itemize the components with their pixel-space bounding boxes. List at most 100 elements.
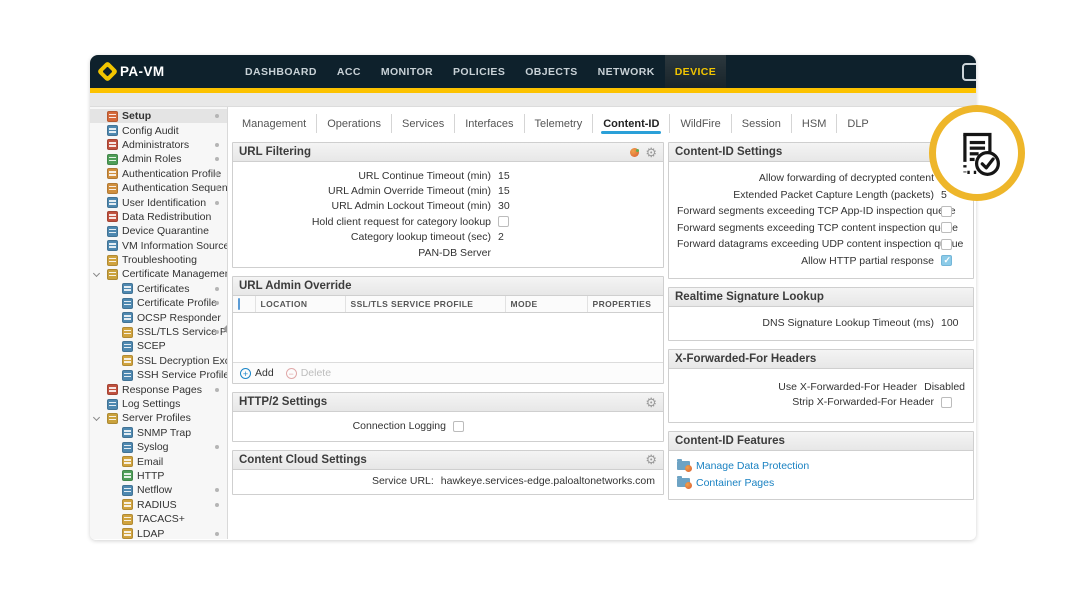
sidebar-collapse-icon[interactable] [223,325,227,333]
sidebar-item-certificate-profile[interactable]: Certificate Profile [90,296,227,310]
tab-dlp[interactable]: DLP [836,114,878,133]
column-header[interactable]: LOCATION [255,296,345,313]
sidebar-item-tacacs[interactable]: TACACS+ [90,512,227,526]
forward-tcp-content-queue-checkbox[interactable] [941,222,952,233]
sidebar-item-netflow[interactable]: Netflow [90,483,227,497]
tab-hsm[interactable]: HSM [791,114,836,133]
gear-icon[interactable]: ⚙ [645,146,657,159]
form-row: URL Admin Lockout Timeout (min)30 [241,199,655,214]
content-cloud-settings-panel: Content Cloud Settings ⚙ Service URL:haw… [232,450,664,495]
add-button[interactable]: +Add [240,367,274,379]
tab-management[interactable]: Management [232,114,316,133]
dot-indicator [215,503,219,507]
minus-circle-icon: − [286,368,297,379]
sidebar-item-log-settings[interactable]: Log Settings [90,397,227,411]
container-pages-link[interactable]: Container Pages [677,474,965,491]
nav-device[interactable]: DEVICE [665,55,727,88]
ssh-service-profile-icon [122,370,133,381]
nav-monitor[interactable]: MONITOR [371,55,443,88]
sidebar-item-snmp-trap[interactable]: SNMP Trap [90,426,227,440]
sidebar-item-syslog[interactable]: Syslog [90,440,227,454]
content-id-settings-panel: Content-ID Settings Allow forwarding of … [668,142,974,279]
x-forwarded-for-headers-panel: X-Forwarded-For Headers Use X-Forwarded-… [668,349,974,423]
partial-commit-button[interactable] [962,63,976,81]
sidebar-item-scep[interactable]: SCEP [90,339,227,353]
tab-wildfire[interactable]: WildFire [669,114,730,133]
chevron-down-icon[interactable] [93,414,100,421]
form-row: URL Continue Timeout (min)15 [241,168,655,183]
form-row: Forward datagrams exceeding UDP content … [677,236,965,253]
sidebar-item-email[interactable]: Email [90,454,227,468]
tab-telemetry[interactable]: Telemetry [524,114,593,133]
delete-button[interactable]: −Delete [286,367,331,379]
dot-indicator [215,157,219,161]
strip-xff-header-checkbox[interactable] [941,397,952,408]
sidebar-item-data-redistribution[interactable]: Data Redistribution [90,210,227,224]
dot-indicator [215,114,219,118]
sidebar-item-radius[interactable]: RADIUS [90,498,227,512]
nav-dashboard[interactable]: DASHBOARD [235,55,327,88]
tab-content-id[interactable]: Content-ID [592,114,669,133]
sidebar-item-http[interactable]: HTTP [90,469,227,483]
scep-icon [122,341,133,352]
nav-objects[interactable]: OBJECTS [515,55,587,88]
sidebar-item-certificate-management[interactable]: Certificate Management [90,267,227,281]
gear-icon[interactable]: ⚙ [645,396,657,409]
nav-policies[interactable]: POLICIES [443,55,515,88]
radius-icon [122,499,133,510]
nav-acc[interactable]: ACC [327,55,371,88]
form-row: Use X-Forwarded-For HeaderDisabled [677,379,965,394]
authentication-sequence-icon [107,183,118,194]
sidebar-item-administrators[interactable]: Administrators [90,138,227,152]
toolbar-strip [90,93,976,107]
hold-client-request-checkbox[interactable] [498,216,509,227]
sidebar-item-ldap[interactable]: LDAP [90,526,227,539]
dot-indicator [215,172,219,176]
sidebar-item-config-audit[interactable]: Config Audit [90,123,227,137]
tab-session[interactable]: Session [731,114,791,133]
url-database-icon[interactable] [630,148,639,157]
netflow-icon [122,485,133,496]
connection-logging-checkbox[interactable] [453,421,464,432]
certificate-management-icon [107,269,118,280]
allow-http-partial-response-checkbox[interactable] [941,255,952,266]
sidebar-item-setup[interactable]: Setup [90,109,227,123]
setup-icon [107,111,118,122]
sidebar-item-ocsp-responder[interactable]: OCSP Responder [90,310,227,324]
sidebar-item-vm-information-sources[interactable]: VM Information Sources [90,239,227,253]
forward-udp-content-queue-checkbox[interactable] [941,239,952,250]
panel-title: URL Filtering [239,146,630,158]
plus-circle-icon: + [240,368,251,379]
form-row: Hold client request for category lookup [241,214,655,229]
forward-tcp-appid-queue-checkbox[interactable] [941,206,952,217]
verified-document-badge [929,105,1025,201]
sidebar-item-authentication-sequence[interactable]: Authentication Sequence [90,181,227,195]
tab-interfaces[interactable]: Interfaces [454,114,523,133]
dot-indicator [215,143,219,147]
select-all-checkbox[interactable] [238,298,240,310]
sidebar-item-server-profiles[interactable]: Server Profiles [90,411,227,425]
url-filtering-panel: URL Filtering ⚙ URL Continue Timeout (mi… [232,142,664,268]
sidebar-item-device-quarantine[interactable]: Device Quarantine [90,224,227,238]
url-admin-override-panel: URL Admin Override LOCATION SSL/TLS SERV… [232,276,664,384]
sidebar-item-response-pages[interactable]: Response Pages [90,382,227,396]
log-settings-icon [107,399,118,410]
sidebar-item-ssl-tls-service-profile[interactable]: SSL/TLS Service Profile [90,325,227,339]
gear-icon[interactable]: ⚙ [645,453,657,466]
manage-data-protection-link[interactable]: Manage Data Protection [677,457,965,474]
sidebar-item-ssh-service-profile[interactable]: SSH Service Profile [90,368,227,382]
sidebar-item-ssl-decryption-exclusion[interactable]: SSL Decryption Exclusion [90,354,227,368]
nav-network[interactable]: NETWORK [588,55,665,88]
sidebar-item-admin-roles[interactable]: Admin Roles [90,152,227,166]
tab-services[interactable]: Services [391,114,454,133]
sidebar-item-user-identification[interactable]: User Identification [90,195,227,209]
sidebar-item-authentication-profile[interactable]: Authentication Profile [90,167,227,181]
column-header[interactable]: SSL/TLS SERVICE PROFILE [345,296,505,313]
sidebar-item-certificates[interactable]: Certificates [90,282,227,296]
column-header[interactable]: PROPERTIES [587,296,663,313]
tab-operations[interactable]: Operations [316,114,391,133]
panel-title: Content Cloud Settings [239,454,639,466]
column-header[interactable]: MODE [505,296,587,313]
sidebar-item-troubleshooting[interactable]: Troubleshooting [90,253,227,267]
chevron-down-icon[interactable] [93,270,100,277]
